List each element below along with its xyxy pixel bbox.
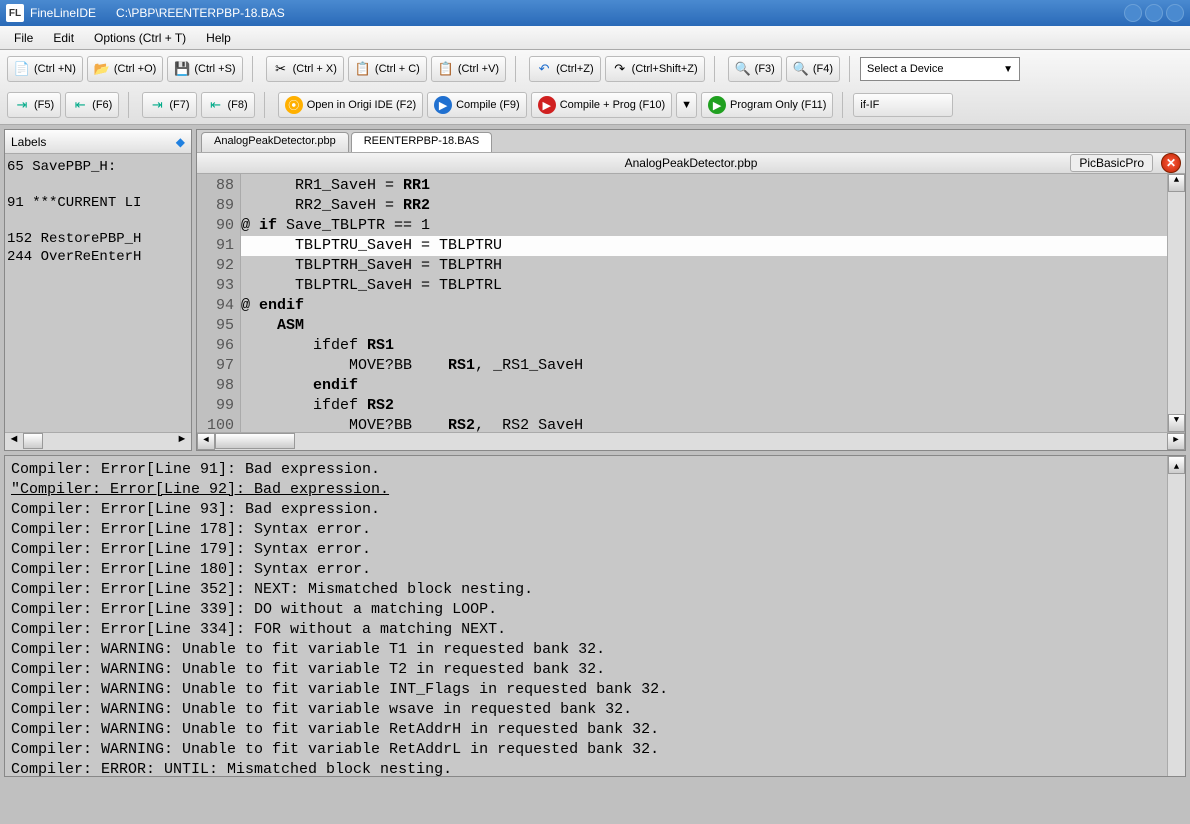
maximize-button[interactable]	[1145, 4, 1163, 22]
minimize-button[interactable]	[1124, 4, 1142, 22]
paste-icon: 📋	[438, 61, 454, 77]
menu-edit[interactable]: Edit	[43, 28, 84, 48]
play-icon: ▶	[708, 96, 726, 114]
copy-button[interactable]: 📋(Ctrl + C)	[348, 56, 427, 82]
new-button[interactable]: 📄(Ctrl +N)	[7, 56, 83, 82]
search-icon: 🔍	[793, 61, 809, 77]
new-file-icon: 📄	[14, 61, 30, 77]
code-editor[interactable]: 888990919293949596979899100 RR1_SaveH = …	[197, 174, 1185, 432]
redo-icon: ↷	[612, 61, 628, 77]
redo-button[interactable]: ↷(Ctrl+Shift+Z)	[605, 56, 705, 82]
find-button[interactable]: 🔍(F3)	[728, 56, 782, 82]
tab-analogpeak[interactable]: AnalogPeakDetector.pbp	[201, 132, 349, 152]
indent-icon: ⇥	[149, 97, 165, 113]
code-content[interactable]: RR1_SaveH = RR1 RR2_SaveH = RR2 @ if Sav…	[241, 174, 1167, 432]
open-ide-icon: ⦿	[285, 96, 303, 114]
open-folder-icon: 📂	[94, 61, 110, 77]
compile-dropdown[interactable]: ▼	[676, 92, 697, 118]
vertical-scrollbar[interactable]: ▲▼	[1167, 174, 1185, 432]
save-button[interactable]: 💾(Ctrl +S)	[167, 56, 242, 82]
undo-icon: ↶	[536, 61, 552, 77]
if-snippet-box[interactable]: if-IF	[853, 93, 953, 117]
toolbar: 📄(Ctrl +N) 📂(Ctrl +O) 💾(Ctrl +S) ✂(Ctrl …	[0, 50, 1190, 125]
close-document-button[interactable]: ✕	[1161, 153, 1181, 173]
open-ide-button[interactable]: ⦿Open in Origi IDE (F2)	[278, 92, 423, 118]
menu-help[interactable]: Help	[196, 28, 241, 48]
language-badge[interactable]: PicBasicPro	[1070, 154, 1153, 172]
titlebar: FL FineLineIDE C:\PBP\REENTERPBP-18.BAS	[0, 0, 1190, 26]
indent-right-button[interactable]: ⇤(F6)	[65, 92, 119, 118]
output-scrollbar[interactable]: ▲	[1167, 456, 1185, 776]
device-select[interactable]: Select a Device	[860, 57, 1020, 81]
indent-icon: ⇤	[72, 97, 88, 113]
search-icon: 🔍	[735, 61, 751, 77]
editor-tabs: AnalogPeakDetector.pbp REENTERPBP-18.BAS	[197, 130, 1185, 152]
app-title: FineLineIDE	[30, 6, 96, 20]
menu-file[interactable]: File	[4, 28, 43, 48]
play-icon: ▶	[434, 96, 452, 114]
sidebar-scrollbar[interactable]: ◄ ►	[5, 432, 191, 450]
paste-button[interactable]: 📋(Ctrl +V)	[431, 56, 506, 82]
indent-icon: ⇤	[208, 97, 224, 113]
program-only-button[interactable]: ▶Program Only (F11)	[701, 92, 833, 118]
tab-reenterpbp[interactable]: REENTERPBP-18.BAS	[351, 132, 493, 152]
find-next-button[interactable]: 🔍(F4)	[786, 56, 840, 82]
line-gutter: 888990919293949596979899100	[197, 174, 241, 432]
cut-button[interactable]: ✂(Ctrl + X)	[266, 56, 344, 82]
sidebar-header[interactable]: Labels ◆	[5, 130, 191, 154]
close-window-button[interactable]	[1166, 4, 1184, 22]
undo-button[interactable]: ↶(Ctrl+Z)	[529, 56, 601, 82]
indent-icon: ⇥	[14, 97, 30, 113]
f8-button[interactable]: ⇤(F8)	[201, 92, 255, 118]
app-icon: FL	[6, 4, 24, 22]
f7-button[interactable]: ⇥(F7)	[142, 92, 196, 118]
file-path: C:\PBP\REENTERPBP-18.BAS	[116, 6, 285, 20]
document-header: AnalogPeakDetector.pbp PicBasicPro ✕	[197, 152, 1185, 174]
editor-panel: AnalogPeakDetector.pbp REENTERPBP-18.BAS…	[196, 129, 1186, 451]
document-title: AnalogPeakDetector.pbp	[625, 156, 758, 170]
menubar: File Edit Options (Ctrl + T) Help	[0, 26, 1190, 50]
open-button[interactable]: 📂(Ctrl +O)	[87, 56, 163, 82]
horizontal-scrollbar[interactable]: ◄►	[197, 432, 1185, 450]
compile-prog-button[interactable]: ▶Compile + Prog (F10)	[531, 92, 672, 118]
output-panel[interactable]: Compiler: Error[Line 91]: Bad expression…	[4, 455, 1186, 777]
save-icon: 💾	[174, 61, 190, 77]
label-list[interactable]: 65 SavePBP_H: 91 ***CURRENT LI 152 Resto…	[5, 154, 191, 432]
play-icon: ▶	[538, 96, 556, 114]
menu-options[interactable]: Options (Ctrl + T)	[84, 28, 196, 48]
dropdown-icon: ◆	[176, 135, 185, 149]
copy-icon: 📋	[355, 61, 371, 77]
compile-button[interactable]: ▶Compile (F9)	[427, 92, 527, 118]
indent-left-button[interactable]: ⇥(F5)	[7, 92, 61, 118]
cut-icon: ✂	[273, 61, 289, 77]
sidebar: Labels ◆ 65 SavePBP_H: 91 ***CURRENT LI …	[4, 129, 192, 451]
